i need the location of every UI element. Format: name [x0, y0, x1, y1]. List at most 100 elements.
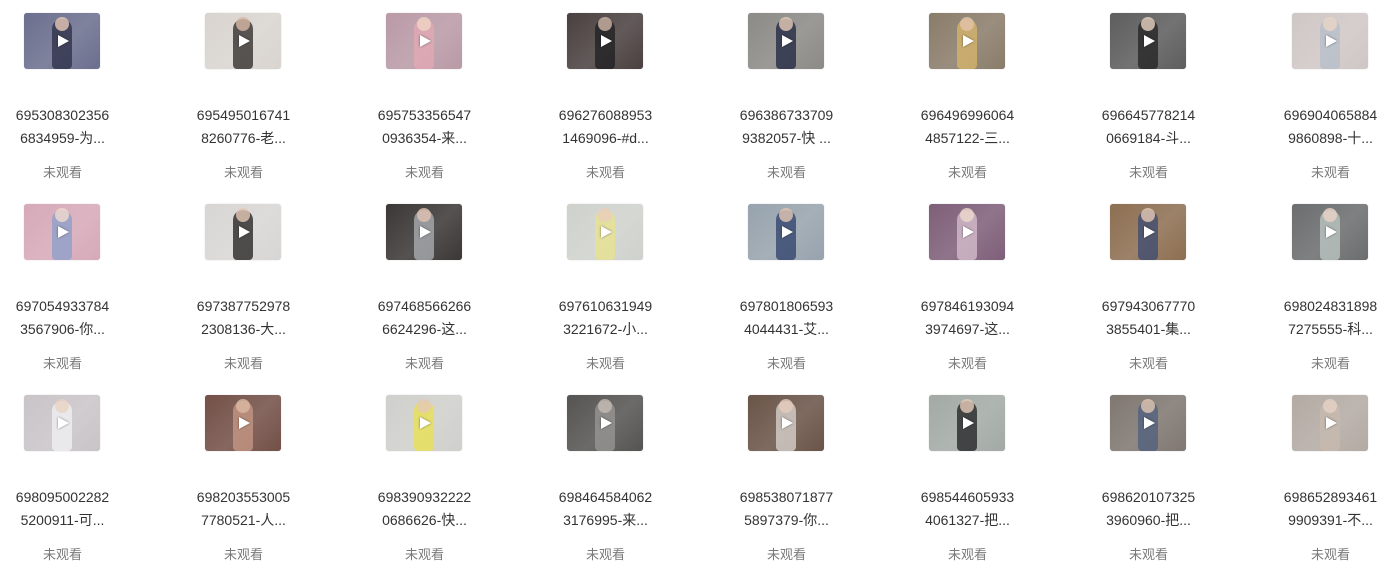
play-icon[interactable]	[601, 417, 612, 429]
video-item[interactable]: 698538071877 5897379-你... 未观看	[711, 395, 861, 575]
video-title[interactable]: 698024831898 7275555-科...	[1268, 295, 1387, 341]
video-item[interactable]: 696645778214 0669184-斗... 未观看	[1073, 13, 1223, 193]
video-thumbnail[interactable]	[929, 204, 1005, 260]
video-title[interactable]: 698544605933 4061327-把...	[905, 486, 1030, 532]
thumbnail-figure-head	[598, 399, 612, 413]
video-item[interactable]: 697846193094 3974697-这... 未观看	[892, 204, 1042, 384]
video-item[interactable]: 698024831898 7275555-科... 未观看	[1255, 204, 1387, 384]
video-title[interactable]: 697054933784 3567906-你...	[0, 295, 125, 341]
video-title[interactable]: 696276088953 1469096-#d...	[543, 104, 668, 150]
video-item[interactable]: 698652893461 9909391-不... 未观看	[1255, 395, 1387, 575]
play-icon[interactable]	[1326, 417, 1337, 429]
video-item[interactable]: 698095002282 5200911-可... 未观看	[0, 395, 137, 575]
video-item[interactable]: 695495016741 8260776-老... 未观看	[168, 13, 318, 193]
video-title[interactable]: 696645778214 0669184-斗...	[1086, 104, 1211, 150]
play-icon[interactable]	[420, 417, 431, 429]
play-icon[interactable]	[1144, 35, 1155, 47]
video-item[interactable]: 696496996064 4857122-三... 未观看	[892, 13, 1042, 193]
video-thumbnail[interactable]	[24, 13, 100, 69]
video-title[interactable]: 698538071877 5897379-你...	[724, 486, 849, 532]
video-thumbnail[interactable]	[24, 204, 100, 260]
video-thumbnail[interactable]	[386, 204, 462, 260]
video-title[interactable]: 698203553005 7780521-人...	[181, 486, 306, 532]
video-thumbnail[interactable]	[567, 395, 643, 451]
video-item[interactable]: 696276088953 1469096-#d... 未观看	[530, 13, 680, 193]
video-title[interactable]: 698464584062 3176995-来...	[543, 486, 668, 532]
play-icon[interactable]	[1326, 35, 1337, 47]
play-icon[interactable]	[601, 35, 612, 47]
video-thumbnail[interactable]	[205, 395, 281, 451]
video-thumbnail[interactable]	[386, 13, 462, 69]
play-icon[interactable]	[239, 417, 250, 429]
play-icon[interactable]	[1144, 417, 1155, 429]
play-icon[interactable]	[782, 35, 793, 47]
video-item[interactable]: 695308302356 6834959-为... 未观看	[0, 13, 137, 193]
play-icon[interactable]	[963, 226, 974, 238]
video-thumbnail[interactable]	[748, 395, 824, 451]
video-thumbnail[interactable]	[386, 395, 462, 451]
play-icon[interactable]	[58, 417, 69, 429]
video-title[interactable]: 697387752978 2308136-大...	[181, 295, 306, 341]
video-title[interactable]: 697943067770 3855401-集...	[1086, 295, 1211, 341]
video-thumbnail[interactable]	[1292, 395, 1368, 451]
play-icon[interactable]	[782, 417, 793, 429]
video-item[interactable]: 697468566266 6624296-这... 未观看	[349, 204, 499, 384]
video-title[interactable]: 697610631949 3221672-小...	[543, 295, 668, 341]
play-icon[interactable]	[239, 226, 250, 238]
video-item[interactable]: 697610631949 3221672-小... 未观看	[530, 204, 680, 384]
play-icon[interactable]	[420, 226, 431, 238]
play-icon[interactable]	[963, 35, 974, 47]
play-icon[interactable]	[239, 35, 250, 47]
video-title[interactable]: 696496996064 4857122-三...	[905, 104, 1030, 150]
video-thumbnail[interactable]	[205, 204, 281, 260]
play-icon[interactable]	[1326, 226, 1337, 238]
play-icon[interactable]	[58, 226, 69, 238]
video-title[interactable]: 698620107325 3960960-把...	[1086, 486, 1211, 532]
play-icon[interactable]	[963, 417, 974, 429]
video-item[interactable]: 698544605933 4061327-把... 未观看	[892, 395, 1042, 575]
video-item[interactable]: 698203553005 7780521-人... 未观看	[168, 395, 318, 575]
video-thumbnail[interactable]	[929, 13, 1005, 69]
video-item[interactable]: 697387752978 2308136-大... 未观看	[168, 204, 318, 384]
thumbnail-figure-head	[598, 208, 612, 222]
video-title[interactable]: 698652893461 9909391-不...	[1268, 486, 1387, 532]
video-thumbnail[interactable]	[567, 204, 643, 260]
play-icon[interactable]	[782, 226, 793, 238]
video-thumbnail[interactable]	[929, 395, 1005, 451]
video-thumbnail[interactable]	[748, 204, 824, 260]
video-title[interactable]: 696386733709 9382057-快 ...	[724, 104, 849, 150]
video-item[interactable]: 696386733709 9382057-快 ... 未观看	[711, 13, 861, 193]
video-title[interactable]: 698390932222 0686626-快...	[362, 486, 487, 532]
video-item[interactable]: 697801806593 4044431-艾... 未观看	[711, 204, 861, 384]
video-title[interactable]: 697801806593 4044431-艾...	[724, 295, 849, 341]
video-thumbnail[interactable]	[1292, 13, 1368, 69]
video-item[interactable]: 695753356547 0936354-来... 未观看	[349, 13, 499, 193]
video-thumbnail[interactable]	[1110, 395, 1186, 451]
video-item[interactable]: 697054933784 3567906-你... 未观看	[0, 204, 137, 384]
play-icon[interactable]	[420, 35, 431, 47]
video-thumbnail[interactable]	[748, 13, 824, 69]
video-item[interactable]: 698464584062 3176995-来... 未观看	[530, 395, 680, 575]
video-item[interactable]: 698620107325 3960960-把... 未观看	[1073, 395, 1223, 575]
video-thumbnail[interactable]	[1110, 204, 1186, 260]
video-item[interactable]: 696904065884 9860898-十... 未观看	[1255, 13, 1387, 193]
video-title[interactable]: 695308302356 6834959-为...	[0, 104, 125, 150]
video-thumbnail[interactable]	[567, 13, 643, 69]
video-thumbnail[interactable]	[1110, 13, 1186, 69]
video-title[interactable]: 697846193094 3974697-这...	[905, 295, 1030, 341]
play-icon[interactable]	[58, 35, 69, 47]
video-title[interactable]: 695753356547 0936354-来...	[362, 104, 487, 150]
video-title[interactable]: 695495016741 8260776-老...	[181, 104, 306, 150]
play-icon[interactable]	[601, 226, 612, 238]
video-title[interactable]: 696904065884 9860898-十...	[1268, 104, 1387, 150]
video-thumbnail[interactable]	[1292, 204, 1368, 260]
video-item[interactable]: 697943067770 3855401-集... 未观看	[1073, 204, 1223, 384]
video-thumbnail[interactable]	[24, 395, 100, 451]
play-icon[interactable]	[1144, 226, 1155, 238]
thumbnail-figure-head	[417, 399, 431, 413]
video-thumbnail[interactable]	[205, 13, 281, 69]
video-title[interactable]: 697468566266 6624296-这...	[362, 295, 487, 341]
video-item[interactable]: 698390932222 0686626-快... 未观看	[349, 395, 499, 575]
watch-status: 未观看	[947, 547, 987, 562]
video-title[interactable]: 698095002282 5200911-可...	[0, 486, 125, 532]
